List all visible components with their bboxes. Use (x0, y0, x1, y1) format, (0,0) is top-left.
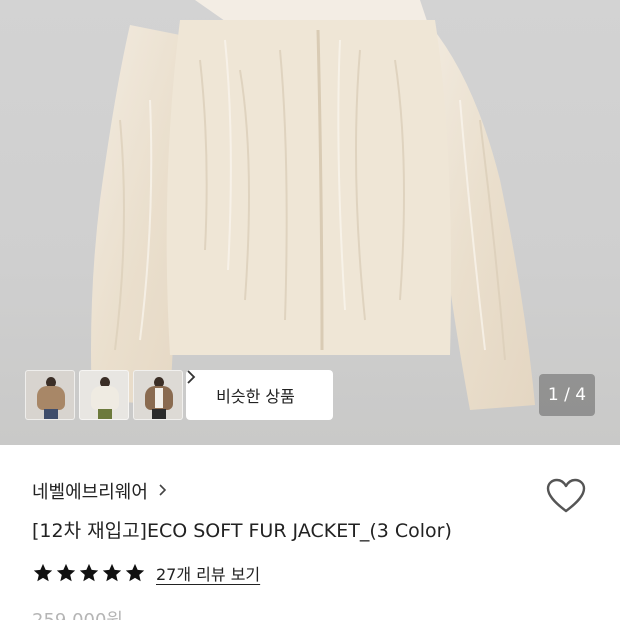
product-title: [12차 재입고]ECO SOFT FUR JACKET_(3 Color) (32, 520, 452, 542)
rating-row: 27개 리뷰 보기 (32, 561, 260, 585)
thumbnail-ivory[interactable] (79, 370, 129, 420)
brand-name: 네벨에브리웨어 (32, 482, 148, 503)
product-image-gallery[interactable]: 비슷한 상품 1 / 4 (0, 0, 620, 445)
similar-products-label: 비슷한 상품 (216, 387, 295, 406)
star-filled-icon (125, 563, 145, 582)
similar-products-button[interactable]: 비슷한 상품 (186, 370, 333, 420)
star-rating (32, 562, 146, 584)
image-counter: 1 / 4 (539, 374, 595, 416)
wishlist-heart-icon[interactable] (546, 478, 586, 514)
thumbnail-brown[interactable] (133, 370, 183, 420)
brand-link[interactable]: 네벨에브리웨어 (32, 478, 167, 504)
star-filled-icon (56, 563, 76, 582)
original-price: 259,000원 (32, 606, 123, 620)
star-filled-icon (79, 563, 99, 582)
review-link[interactable]: 27개 리뷰 보기 (156, 561, 260, 585)
star-filled-icon (102, 563, 122, 582)
star-filled-icon (33, 563, 53, 582)
thumbnail-beige[interactable] (25, 370, 75, 420)
thumbnail-strip (25, 370, 183, 420)
chevron-right-icon (158, 482, 167, 501)
